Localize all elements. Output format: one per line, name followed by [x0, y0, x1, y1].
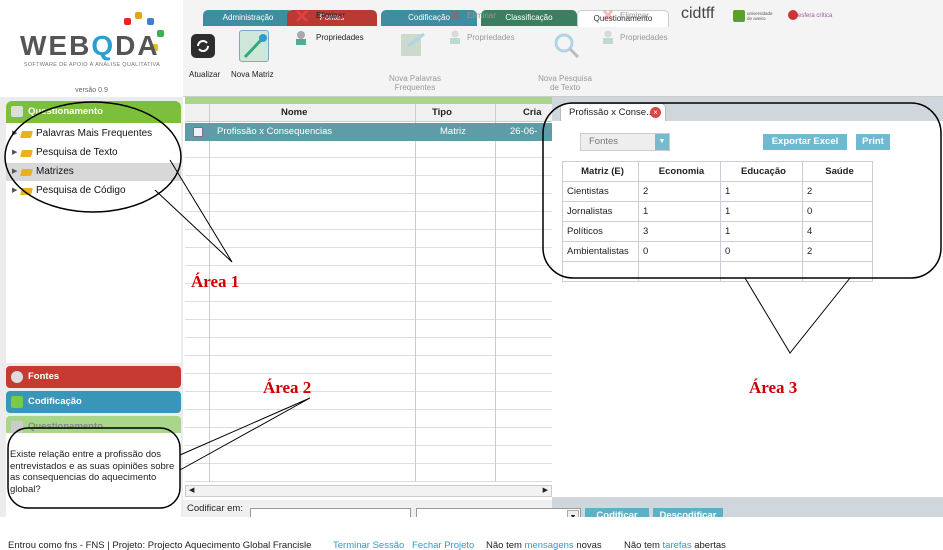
area1-outline	[4, 101, 182, 213]
annotation-area2: Área 2	[263, 378, 312, 397]
annotation-overlay	[4, 101, 942, 509]
area1-pointer	[154, 159, 233, 263]
app-window: WEBQDA SOFTWARE DE APOIO À ANÁLISE QUALI…	[0, 0, 943, 550]
area3-outline	[542, 102, 942, 279]
area2-pointer	[179, 397, 311, 471]
annotation-area3: Área 3	[749, 378, 798, 397]
area3-pointer	[744, 277, 851, 354]
area2-outline	[7, 427, 181, 509]
annotation-area1: Área 1	[191, 272, 240, 291]
